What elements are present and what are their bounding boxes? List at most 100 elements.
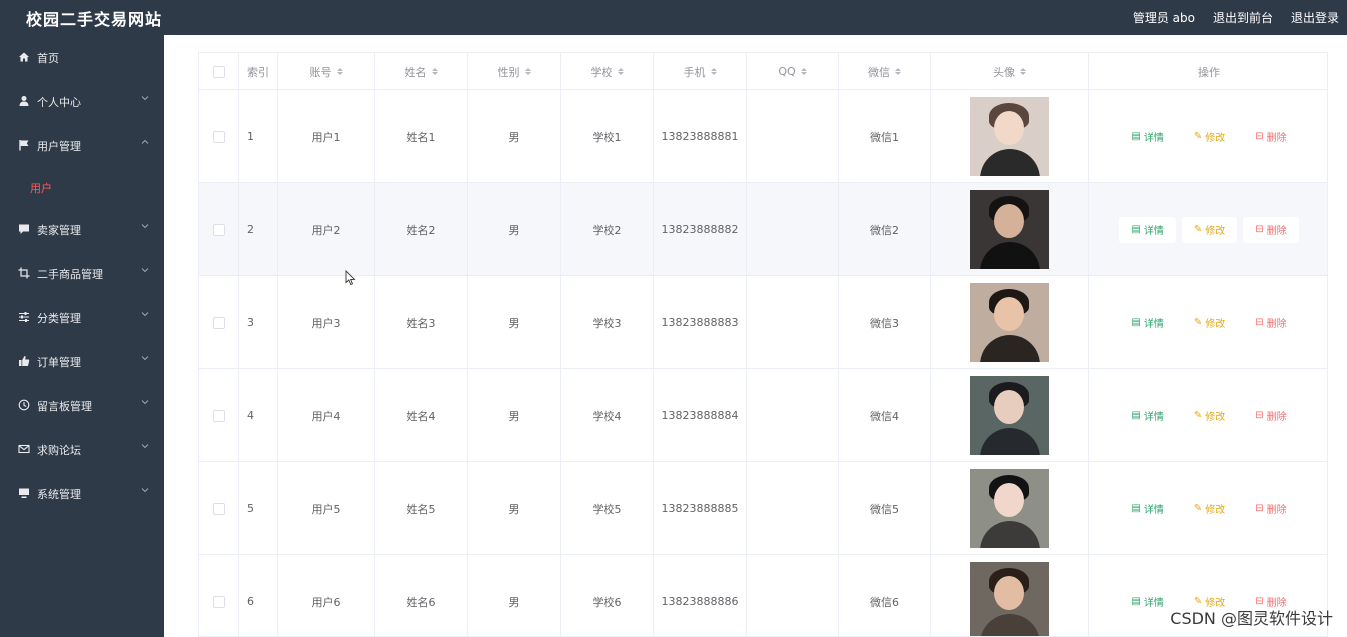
- header-phone[interactable]: 手机: [654, 53, 747, 90]
- cell-index: 1: [239, 90, 278, 183]
- action-label: 修改: [1205, 319, 1226, 330]
- edit-button[interactable]: ✎ 修改: [1182, 310, 1237, 336]
- trash-icon: ⊟: [1255, 317, 1264, 328]
- header-qq[interactable]: QQ: [747, 53, 839, 90]
- sort-icon[interactable]: [431, 68, 438, 75]
- edit-button[interactable]: ✎ 修改: [1182, 124, 1237, 150]
- chevron-down-icon: [141, 96, 149, 101]
- sort-icon[interactable]: [710, 68, 717, 75]
- edit-button[interactable]: ✎ 修改: [1181, 216, 1238, 243]
- header-gender[interactable]: 性别: [468, 53, 561, 90]
- action-label: 详情: [1143, 412, 1164, 423]
- header-name[interactable]: 姓名: [375, 53, 468, 90]
- table-row[interactable]: 3 用户3 姓名3 男学校3 13823888883 微信3 ▤ 详情 ✎ 修改 ⊟ 删除: [199, 276, 1327, 369]
- row-checkbox[interactable]: [212, 595, 225, 608]
- logout-link[interactable]: 退出登录: [1291, 9, 1339, 26]
- table-row[interactable]: 5 用户5 姓名5 男学校5 13823888885 微信5 ▤ 详情 ✎ 修改 ⊟ 删除: [199, 462, 1327, 555]
- header-school[interactable]: 学校: [561, 53, 654, 90]
- sidebar-item-system-management[interactable]: 系统管理: [0, 471, 164, 515]
- pencil-icon: ✎: [1193, 131, 1203, 142]
- row-checkbox[interactable]: [212, 316, 225, 329]
- detail-button[interactable]: ▤ 详情: [1119, 589, 1175, 615]
- cell-gender: 男: [468, 183, 561, 276]
- trash-icon: ⊟: [1255, 410, 1264, 421]
- sidebar-item-category-management[interactable]: 分类管理: [0, 295, 164, 339]
- avatar: [970, 562, 1049, 636]
- sidebar-item-message-board[interactable]: 留言板管理: [0, 383, 164, 427]
- sidebar-subitem-label: 用户: [30, 182, 52, 195]
- detail-button[interactable]: ▤ 详情: [1119, 403, 1175, 429]
- cell-actions: ▤ 详情 ✎ 修改 ⊟ 删除: [1089, 369, 1327, 462]
- cell-text: 用户2: [311, 223, 341, 237]
- detail-button[interactable]: ▤ 详情: [1119, 124, 1175, 150]
- cell-index: 2: [239, 183, 278, 276]
- detail-button[interactable]: ▤ 详情: [1119, 310, 1175, 336]
- document-icon: ▤: [1131, 596, 1141, 607]
- action-label: 删除: [1266, 319, 1287, 330]
- sidebar: 首页 个人中心 用户管理 用户 卖家管理 二手商品管理 分类管理 订单管理 留言…: [0, 35, 164, 637]
- home-icon: [17, 50, 31, 64]
- sidebar-item-label: 个人中心: [37, 96, 81, 109]
- top-bar: 校园二手交易网站 管理员 abo 退出到前台 退出登录: [0, 0, 1347, 35]
- sidebar-item-label: 首页: [37, 52, 59, 65]
- sidebar-item-home[interactable]: 首页: [0, 35, 164, 79]
- table-row[interactable]: 2 用户2 姓名2 男学校2 13823888882 微信2 ▤ 详情 ✎ 修改 ⊟ 删除: [199, 183, 1327, 276]
- detail-button[interactable]: ▤ 详情: [1119, 496, 1175, 522]
- sort-icon[interactable]: [1020, 68, 1026, 75]
- cell-account: 用户5: [278, 462, 375, 555]
- detail-button[interactable]: ▤ 详情: [1119, 216, 1176, 243]
- edit-button[interactable]: ✎ 修改: [1182, 403, 1237, 429]
- cell-name: 姓名6: [375, 555, 468, 636]
- cell-name: 姓名2: [375, 183, 468, 276]
- sidebar-subitem-users[interactable]: 用户: [0, 169, 164, 205]
- cell-school: 学校4: [561, 369, 654, 462]
- table-row[interactable]: 1 用户1 姓名1 男学校1 13823888881 微信1 ▤ 详情 ✎ 修改 ⊟ 删除: [199, 90, 1327, 183]
- cell-text: 微信2: [870, 223, 899, 237]
- sort-icon[interactable]: [336, 68, 343, 75]
- delete-button[interactable]: ⊟ 删除: [1243, 496, 1298, 522]
- header-select-all[interactable]: [199, 53, 239, 90]
- header-avatar[interactable]: 头像: [931, 53, 1089, 90]
- table-row[interactable]: 6 用户6 姓名6 男学校6 13823888886 微信6 ▤ 详情 ✎ 修改 ⊟ 删除: [199, 555, 1327, 636]
- header-index: 索引: [239, 53, 278, 90]
- sort-icon[interactable]: [617, 68, 624, 75]
- trash-icon: ⊟: [1255, 503, 1264, 514]
- cell-text: 13823888885: [661, 502, 739, 515]
- cell-text: 4: [247, 409, 254, 422]
- edit-button[interactable]: ✎ 修改: [1182, 496, 1237, 522]
- action-label: 删除: [1266, 226, 1287, 237]
- table-row[interactable]: 4 用户4 姓名4 男学校4 13823888884 微信4 ▤ 详情 ✎ 修改 ⊟ 删除: [199, 369, 1327, 462]
- cell-text: 用户5: [311, 502, 341, 516]
- exit-to-front-link[interactable]: 退出到前台: [1213, 9, 1273, 26]
- cell-text: 用户4: [311, 409, 341, 423]
- delete-button[interactable]: ⊟ 删除: [1243, 124, 1298, 150]
- cell-gender: 男: [468, 369, 561, 462]
- select-all-checkbox[interactable]: [212, 65, 225, 78]
- sort-icon[interactable]: [895, 68, 901, 75]
- sidebar-item-profile[interactable]: 个人中心: [0, 79, 164, 123]
- sidebar-item-purchase-forum[interactable]: 求购论坛: [0, 427, 164, 471]
- row-checkbox[interactable]: [212, 223, 225, 236]
- cell-text: 男: [508, 502, 520, 516]
- sort-icon[interactable]: [800, 68, 807, 75]
- sidebar-item-user-management[interactable]: 用户管理: [0, 123, 164, 167]
- sidebar-item-second-hand-goods[interactable]: 二手商品管理: [0, 251, 164, 295]
- trash-icon: ⊟: [1255, 224, 1264, 235]
- header-wechat[interactable]: 微信: [839, 53, 931, 90]
- chevron-down-icon: [141, 224, 149, 229]
- sort-icon[interactable]: [524, 68, 531, 75]
- delete-button[interactable]: ⊟ 删除: [1243, 310, 1298, 336]
- action-label: 修改: [1205, 505, 1226, 516]
- row-checkbox[interactable]: [212, 130, 225, 143]
- chevron-down-icon: [141, 444, 149, 449]
- sidebar-item-label: 订单管理: [37, 356, 81, 369]
- sidebar-item-seller-management[interactable]: 卖家管理: [0, 207, 164, 251]
- delete-button[interactable]: ⊟ 删除: [1243, 216, 1299, 243]
- row-checkbox[interactable]: [212, 409, 225, 422]
- delete-button[interactable]: ⊟ 删除: [1243, 403, 1298, 429]
- avatar: [970, 283, 1049, 362]
- sidebar-item-order-management[interactable]: 订单管理: [0, 339, 164, 383]
- row-checkbox[interactable]: [212, 502, 225, 515]
- cell-qq: [747, 90, 839, 183]
- header-account[interactable]: 账号: [278, 53, 375, 90]
